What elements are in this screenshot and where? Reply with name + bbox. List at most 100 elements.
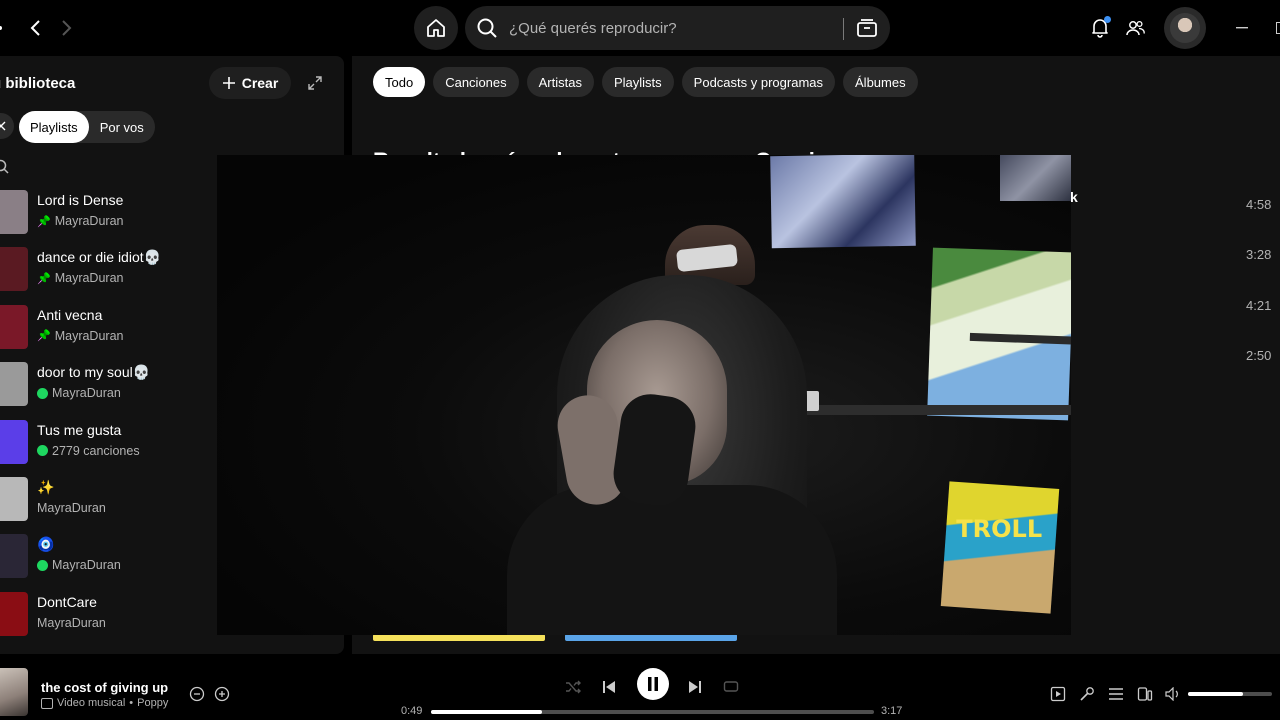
browse-icon[interactable] [849, 10, 885, 46]
notifications-bell-icon[interactable] [1086, 14, 1114, 42]
playlist-owner: MayraDuran [52, 558, 121, 573]
card-yellow[interactable] [373, 634, 545, 641]
filter-playlists[interactable]: Playlists [19, 111, 89, 143]
song-duration: 4:58 [1246, 197, 1272, 212]
total-time: 3:17 [881, 705, 903, 717]
playlist-meta: MayraDuran [37, 558, 121, 572]
now-playing-title[interactable]: the cost of giving up [41, 680, 168, 695]
tab-albumes[interactable]: Álbumes [843, 67, 918, 97]
connect-device-icon[interactable] [1135, 684, 1155, 704]
notification-dot [1104, 16, 1111, 23]
elapsed-time: 0:49 [401, 705, 423, 717]
lyrics-icon[interactable] [1077, 684, 1097, 704]
wall-poster: TROLL [940, 481, 1060, 614]
tab-canciones[interactable]: Canciones [433, 67, 519, 97]
separator-dot: • [129, 697, 134, 709]
repeat-icon[interactable] [717, 673, 745, 701]
add-to-playlist-icon[interactable] [213, 685, 231, 703]
playlist-cover [0, 190, 28, 234]
pause-icon [648, 677, 658, 691]
volume-slider[interactable] [1188, 692, 1272, 696]
person-body [507, 485, 837, 635]
playlist-owner: MayraDuran [54, 214, 124, 228]
menu-dots-icon[interactable] [0, 14, 14, 42]
playlist-name: Tus me gusta [37, 421, 122, 438]
pin-icon: 📌 [37, 330, 51, 343]
library-title: u biblioteca [0, 75, 76, 92]
playlist-name: Lord is Dense [37, 192, 124, 208]
forward-arrow-icon[interactable] [52, 14, 80, 42]
tab-podcasts[interactable]: Podcasts y programas [681, 67, 836, 97]
friend-activity-icon[interactable] [1121, 14, 1149, 42]
playlist-meta: 2779 canciones [37, 444, 140, 458]
music-video-player[interactable]: TROLL [217, 155, 1071, 635]
now-playing-view-icon[interactable] [1048, 684, 1068, 704]
user-avatar[interactable] [1164, 7, 1206, 49]
remove-icon[interactable] [188, 685, 206, 703]
song-duration: 3:28 [1246, 247, 1272, 262]
top-bar [0, 0, 1280, 56]
progress-bar[interactable] [431, 710, 874, 714]
search-input[interactable] [509, 19, 839, 37]
playlist-cover [0, 362, 28, 407]
poster-text: TROLL [956, 514, 1043, 543]
playlist-name: door to my soul💀 [37, 364, 151, 381]
volume-icon[interactable] [1163, 684, 1183, 704]
playlist-meta: 📌 MayraDuran [37, 271, 123, 285]
shuffle-icon[interactable] [559, 673, 587, 701]
downloaded-icon [37, 445, 48, 457]
tab-playlists[interactable]: Playlists [601, 67, 674, 97]
playlist-meta: MayraDuran [37, 616, 106, 630]
tab-artistas[interactable]: Artistas [526, 67, 594, 97]
playlist-cover [0, 247, 28, 292]
video-icon [41, 697, 53, 709]
library-search-icon[interactable] [0, 159, 10, 175]
create-button[interactable]: Crear [209, 67, 291, 99]
minimize-icon[interactable] [1230, 14, 1254, 42]
home-button[interactable] [414, 6, 458, 50]
previous-icon[interactable] [595, 673, 623, 701]
track-artist[interactable]: Poppy [137, 697, 168, 709]
search-divider [843, 18, 844, 40]
card-blue[interactable] [565, 634, 737, 641]
wall-poster [770, 155, 916, 249]
playlist-cover [0, 591, 28, 636]
queue-icon[interactable] [1106, 684, 1126, 704]
playlist-owner: MayraDuran [54, 328, 124, 343]
playlist-name: dance or die idiot💀 [37, 249, 162, 266]
playlist-cover [0, 304, 28, 349]
progress-fill [431, 710, 542, 714]
expand-library-icon[interactable] [304, 72, 326, 94]
maximize-icon[interactable] [1270, 14, 1280, 42]
now-playing-subtitle: Video musical • Poppy [41, 697, 168, 709]
playlist-name: Anti vecna [37, 306, 103, 323]
result-tabs: Todo Canciones Artistas Playlists Podcas… [373, 67, 918, 97]
song-duration: 2:50 [1246, 348, 1272, 363]
next-icon[interactable] [681, 673, 709, 701]
tab-todo[interactable]: Todo [373, 67, 426, 97]
wall-poster [927, 247, 1071, 421]
clear-filter-icon[interactable] [0, 113, 14, 139]
playlist-meta: 📌 MayraDuran [37, 214, 123, 228]
create-label: Crear [241, 75, 279, 91]
playlist-meta: 📌 MayraDuran [37, 329, 123, 343]
now-playing-cover[interactable] [0, 668, 28, 716]
pause-button[interactable] [637, 668, 669, 700]
search-icon [465, 17, 509, 39]
playlist-cover [0, 534, 28, 579]
library-filters: Playlists Por vos [19, 111, 155, 143]
playlist-meta: MayraDuran [37, 501, 106, 515]
downloaded-icon [37, 387, 48, 399]
playlist-cover [0, 477, 28, 521]
back-arrow-icon[interactable] [22, 14, 50, 42]
playlist-owner: MayraDuran [37, 615, 106, 630]
filter-por-vos[interactable]: Por vos [89, 111, 155, 143]
playlist-meta: MayraDuran [37, 386, 121, 400]
pin-icon: 📌 [37, 272, 51, 285]
search-bar[interactable] [465, 6, 890, 50]
wall-poster [1000, 155, 1071, 201]
playlist-owner: MayraDuran [37, 501, 106, 515]
plus-icon [222, 77, 235, 89]
pin-icon: 📌 [37, 215, 51, 228]
song-duration: 4:21 [1246, 298, 1272, 313]
